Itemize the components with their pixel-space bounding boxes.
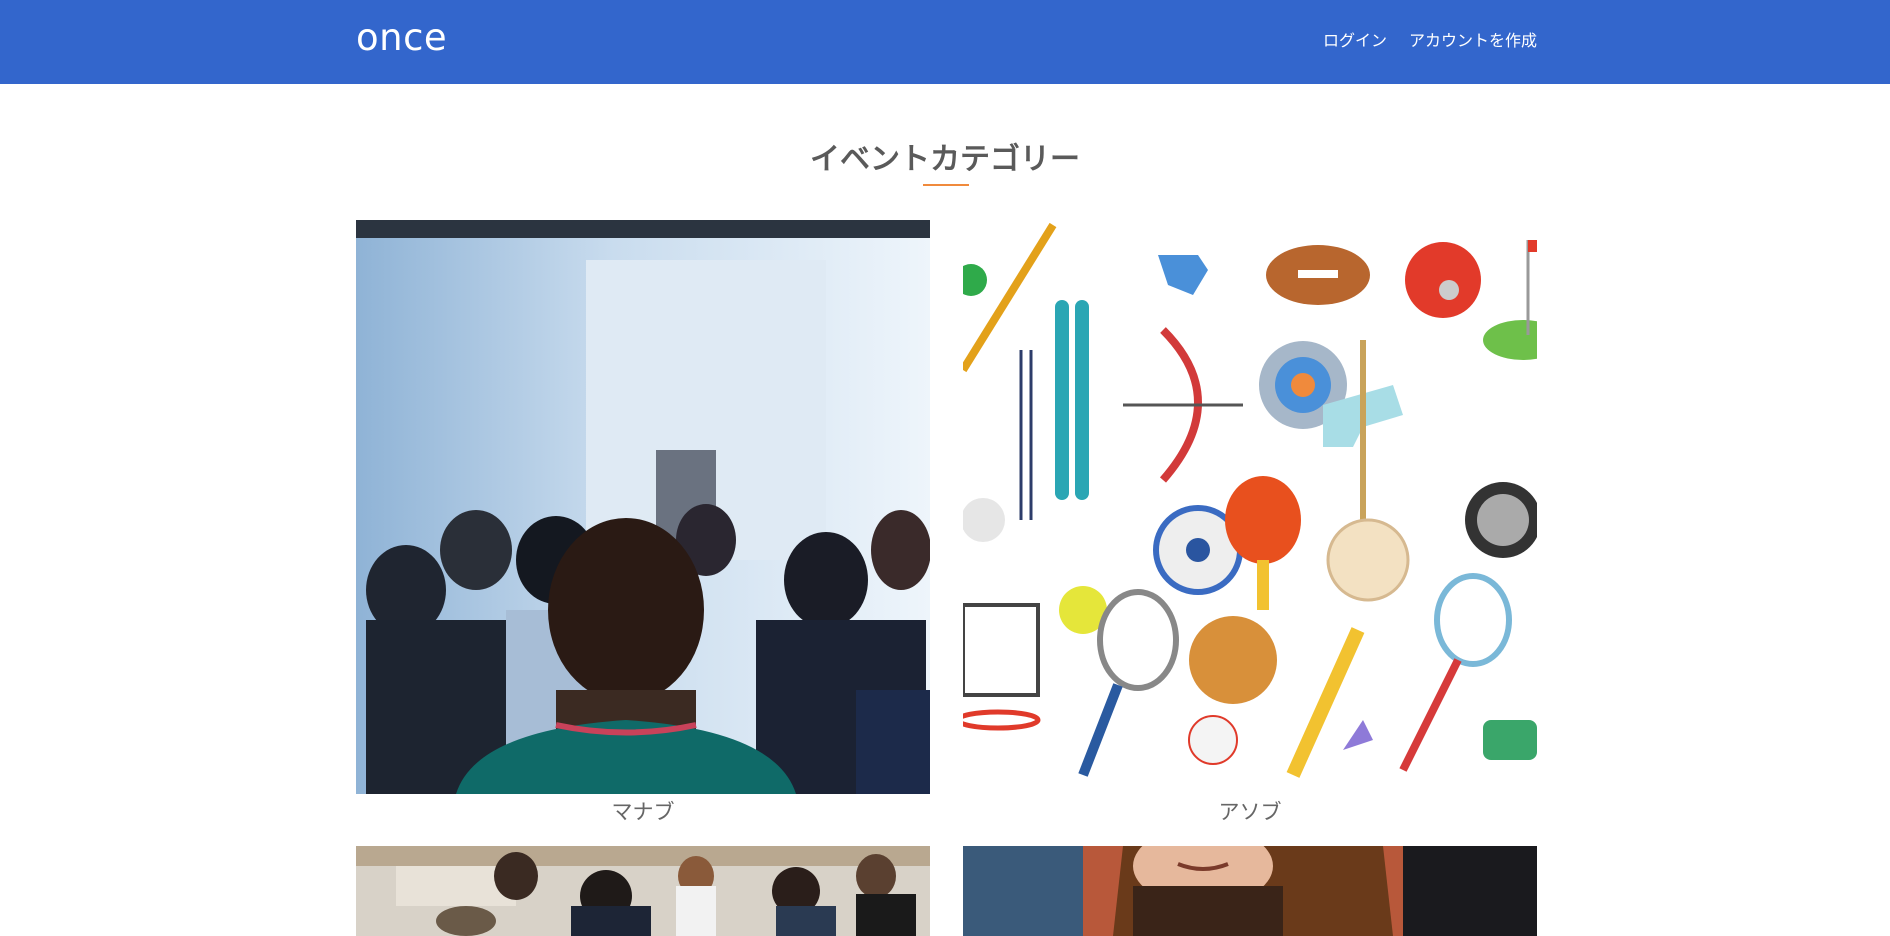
- brand-logo[interactable]: once: [356, 16, 447, 59]
- category-label: マナブ: [611, 800, 675, 824]
- sports-equipment-illustration[interactable]: [963, 220, 1537, 794]
- woman-portrait-photo[interactable]: [963, 846, 1537, 936]
- category-card-asobu[interactable]: アソブ: [963, 220, 1537, 826]
- nav-links: ログイン アカウントを作成: [1323, 27, 1537, 51]
- create-account-link[interactable]: アカウントを作成: [1409, 27, 1537, 51]
- category-card-3[interactable]: [356, 846, 930, 936]
- navbar: once ログイン アカウントを作成: [0, 0, 1890, 84]
- cafe-people-photo[interactable]: [356, 846, 930, 936]
- category-card-4[interactable]: [963, 846, 1537, 936]
- login-link[interactable]: ログイン: [1323, 27, 1387, 51]
- seminar-audience-photo[interactable]: [356, 220, 930, 794]
- category-label: アソブ: [1218, 800, 1282, 824]
- category-card-manabu[interactable]: マナブ: [356, 220, 930, 826]
- title-underline: [923, 184, 969, 186]
- section-title: イベントカテゴリー: [810, 142, 1080, 177]
